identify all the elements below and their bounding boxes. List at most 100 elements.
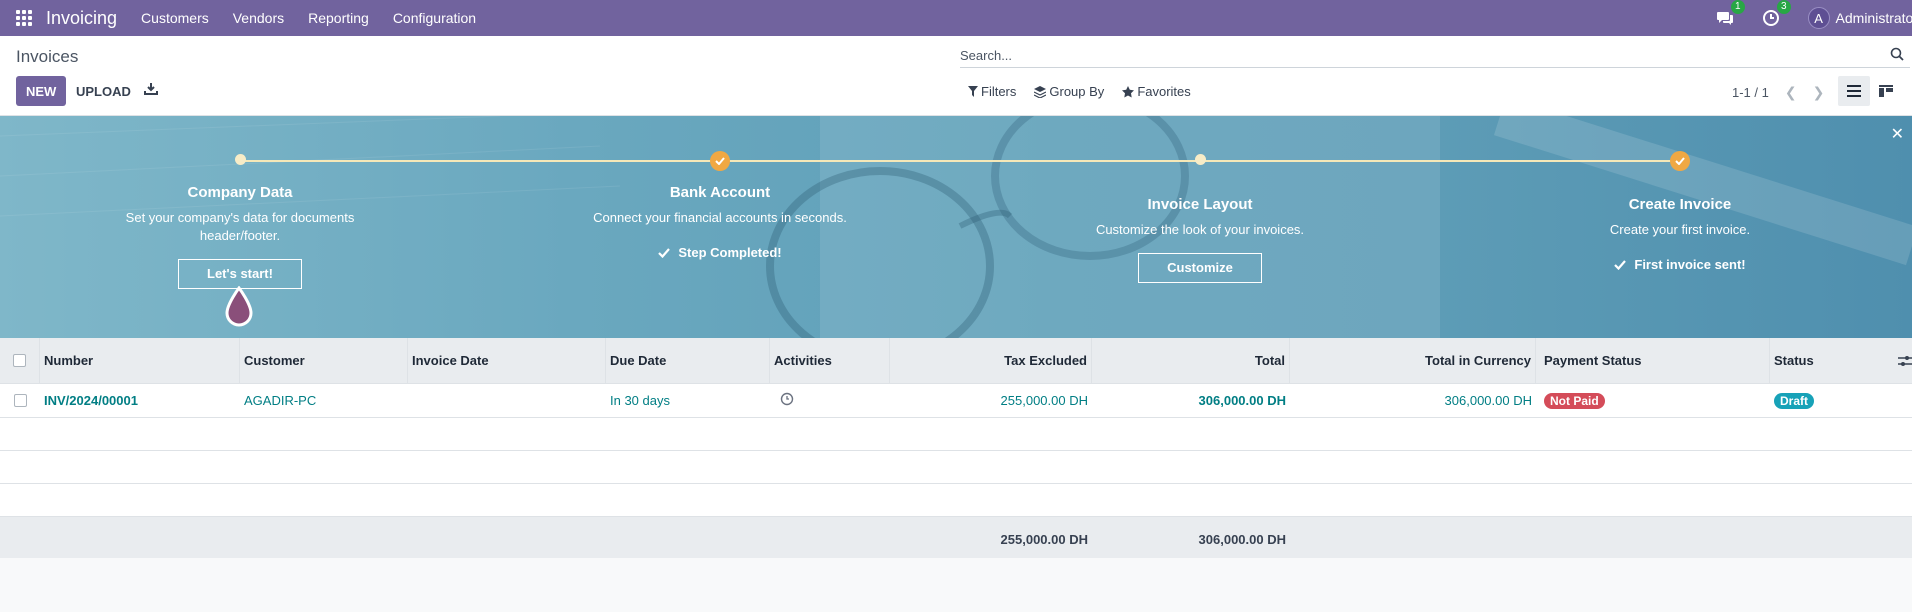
- favorites-dropdown[interactable]: Favorites: [1122, 84, 1191, 99]
- column-header-due-date[interactable]: Due Date: [606, 338, 770, 383]
- step-completed-label: First invoice sent!: [1530, 257, 1830, 272]
- user-avatar[interactable]: A: [1807, 7, 1830, 29]
- page-title[interactable]: Invoices: [16, 47, 78, 67]
- checkmark-icon: [1614, 259, 1627, 270]
- step-description: Customize the look of your invoices.: [1095, 222, 1305, 237]
- menu-reporting[interactable]: Reporting: [308, 10, 369, 26]
- groupby-dropdown[interactable]: Group By: [1034, 84, 1104, 99]
- onboarding-banner: ✕ Company Data Set your company's data f…: [0, 116, 1912, 338]
- invoice-tax-excluded[interactable]: 255,000.00 DH: [890, 393, 1092, 408]
- empty-row: [0, 451, 1912, 484]
- onboarding-step-company-data: Company Data Set your company's data for…: [90, 116, 390, 289]
- step-description: Create your first invoice.: [1609, 222, 1751, 237]
- list-view-icon[interactable]: [1838, 76, 1870, 106]
- invoice-number[interactable]: INV/2024/00001: [40, 393, 240, 408]
- footer-tax-excluded-sum: 255,000.00 DH: [1000, 531, 1088, 547]
- pager-value[interactable]: 1-1 / 1: [1732, 85, 1769, 100]
- invoice-total[interactable]: 306,000.00 DH: [1092, 393, 1290, 408]
- select-all-checkbox[interactable]: [13, 354, 26, 367]
- table-row[interactable]: INV/2024/00001 AGADIR-PC In 30 days 255,…: [0, 384, 1912, 418]
- step-completed-check-icon: [710, 151, 730, 171]
- invoice-customer[interactable]: AGADIR-PC: [240, 393, 408, 408]
- pager-next-icon[interactable]: ❯: [1813, 84, 1825, 101]
- menu-vendors[interactable]: Vendors: [233, 10, 284, 26]
- top-navbar: Invoicing Customers Vendors Reporting Co…: [0, 0, 1912, 36]
- pager: 1-1 / 1 ❮ ❯: [1732, 84, 1824, 101]
- lets-start-button[interactable]: Let's start!: [178, 259, 302, 289]
- view-switcher: [1838, 76, 1902, 106]
- step-title: Bank Account: [669, 184, 771, 201]
- column-header-number[interactable]: Number: [40, 338, 240, 383]
- step-completed-label: Step Completed!: [570, 245, 870, 260]
- footer-total-sum: 306,000.00 DH: [1198, 531, 1286, 547]
- search-input[interactable]: [960, 44, 1880, 66]
- menu-customers[interactable]: Customers: [141, 10, 209, 26]
- close-banner-icon[interactable]: ✕: [1891, 124, 1904, 144]
- payment-status-cell: Not Paid: [1536, 392, 1770, 409]
- tour-tip-drop-icon[interactable]: [224, 286, 254, 328]
- step-done-text: Step Completed!: [678, 245, 782, 260]
- table-header: Number Customer Invoice Date Due Date Ac…: [0, 338, 1912, 384]
- column-header-total[interactable]: Total: [1092, 338, 1290, 383]
- layers-icon: [1034, 85, 1047, 98]
- invoices-table: Number Customer Invoice Date Due Date Ac…: [0, 338, 1912, 561]
- user-name[interactable]: Administrator: [1836, 10, 1912, 26]
- filters-dropdown[interactable]: Filters: [968, 84, 1016, 99]
- search-options: Filters Group By Favorites: [968, 84, 1209, 99]
- messages-icon[interactable]: 1: [1716, 0, 1745, 27]
- search-bar: [960, 44, 1910, 68]
- status-cell: Draft: [1770, 392, 1898, 409]
- invoice-due-date[interactable]: In 30 days: [606, 393, 770, 408]
- new-button[interactable]: NEW: [16, 76, 67, 106]
- column-header-activities[interactable]: Activities: [770, 338, 890, 383]
- step-description: Set your company's data for documents he…: [125, 210, 355, 243]
- onboarding-progress-line: [240, 160, 1680, 162]
- list-background: [0, 558, 1912, 612]
- column-header-invoice-date[interactable]: Invoice Date: [408, 338, 606, 383]
- activities-clock-icon[interactable]: 3: [1762, 0, 1791, 27]
- step-title: Invoice Layout: [1147, 196, 1253, 213]
- activities-count-badge: 3: [1776, 0, 1791, 14]
- table-footer-totals: 255,000.00 DH 306,000.00 DH: [0, 517, 1912, 561]
- menu-configuration[interactable]: Configuration: [393, 10, 476, 26]
- select-all-cell: [0, 338, 40, 383]
- onboarding-step-invoice-layout: Invoice Layout Customize the look of you…: [1050, 116, 1350, 283]
- step-completed-check-icon: [1670, 151, 1690, 171]
- customize-button[interactable]: Customize: [1138, 253, 1262, 283]
- column-header-payment-status[interactable]: Payment Status: [1536, 338, 1770, 383]
- filter-icon: [968, 86, 978, 97]
- control-panel: Invoices NEW UPLOAD Filters Group By Fav…: [0, 36, 1912, 116]
- apps-menu-icon[interactable]: [16, 10, 32, 26]
- column-header-status[interactable]: Status: [1770, 353, 1898, 368]
- activity-cell: [770, 392, 890, 409]
- empty-row: [0, 418, 1912, 451]
- pager-previous-icon[interactable]: ❮: [1785, 84, 1797, 101]
- step-title: Create Invoice: [1628, 196, 1732, 213]
- column-header-tax-excluded[interactable]: Tax Excluded: [890, 338, 1092, 383]
- groupby-label: Group By: [1049, 84, 1105, 99]
- invoice-total-in-currency[interactable]: 306,000.00 DH: [1290, 393, 1536, 408]
- step-title: Company Data: [187, 184, 293, 201]
- activity-clock-icon[interactable]: [780, 392, 794, 406]
- step-description: Connect your financial accounts in secon…: [593, 210, 847, 225]
- optional-columns-icon[interactable]: [1898, 355, 1912, 367]
- step-pending-dot: [235, 154, 246, 165]
- star-icon: [1122, 85, 1135, 97]
- row-select-cell: [0, 394, 40, 407]
- empty-row: [0, 484, 1912, 517]
- download-icon[interactable]: [144, 82, 160, 98]
- messages-count-badge: 1: [1730, 0, 1745, 14]
- row-checkbox[interactable]: [13, 394, 27, 407]
- kanban-view-icon[interactable]: [1870, 76, 1902, 106]
- filters-label: Filters: [981, 84, 1017, 99]
- onboarding-step-create-invoice: Create Invoice Create your first invoice…: [1530, 116, 1830, 272]
- app-name[interactable]: Invoicing: [46, 8, 117, 29]
- search-icon[interactable]: [1890, 47, 1906, 63]
- step-pending-dot: [1195, 154, 1206, 165]
- column-header-total-in-currency[interactable]: Total in Currency: [1290, 338, 1536, 383]
- status-badge: Draft: [1774, 392, 1815, 409]
- upload-button[interactable]: UPLOAD: [72, 76, 135, 106]
- payment-status-badge: Not Paid: [1544, 392, 1605, 409]
- step-done-text: First invoice sent!: [1634, 257, 1746, 272]
- column-header-customer[interactable]: Customer: [240, 338, 408, 383]
